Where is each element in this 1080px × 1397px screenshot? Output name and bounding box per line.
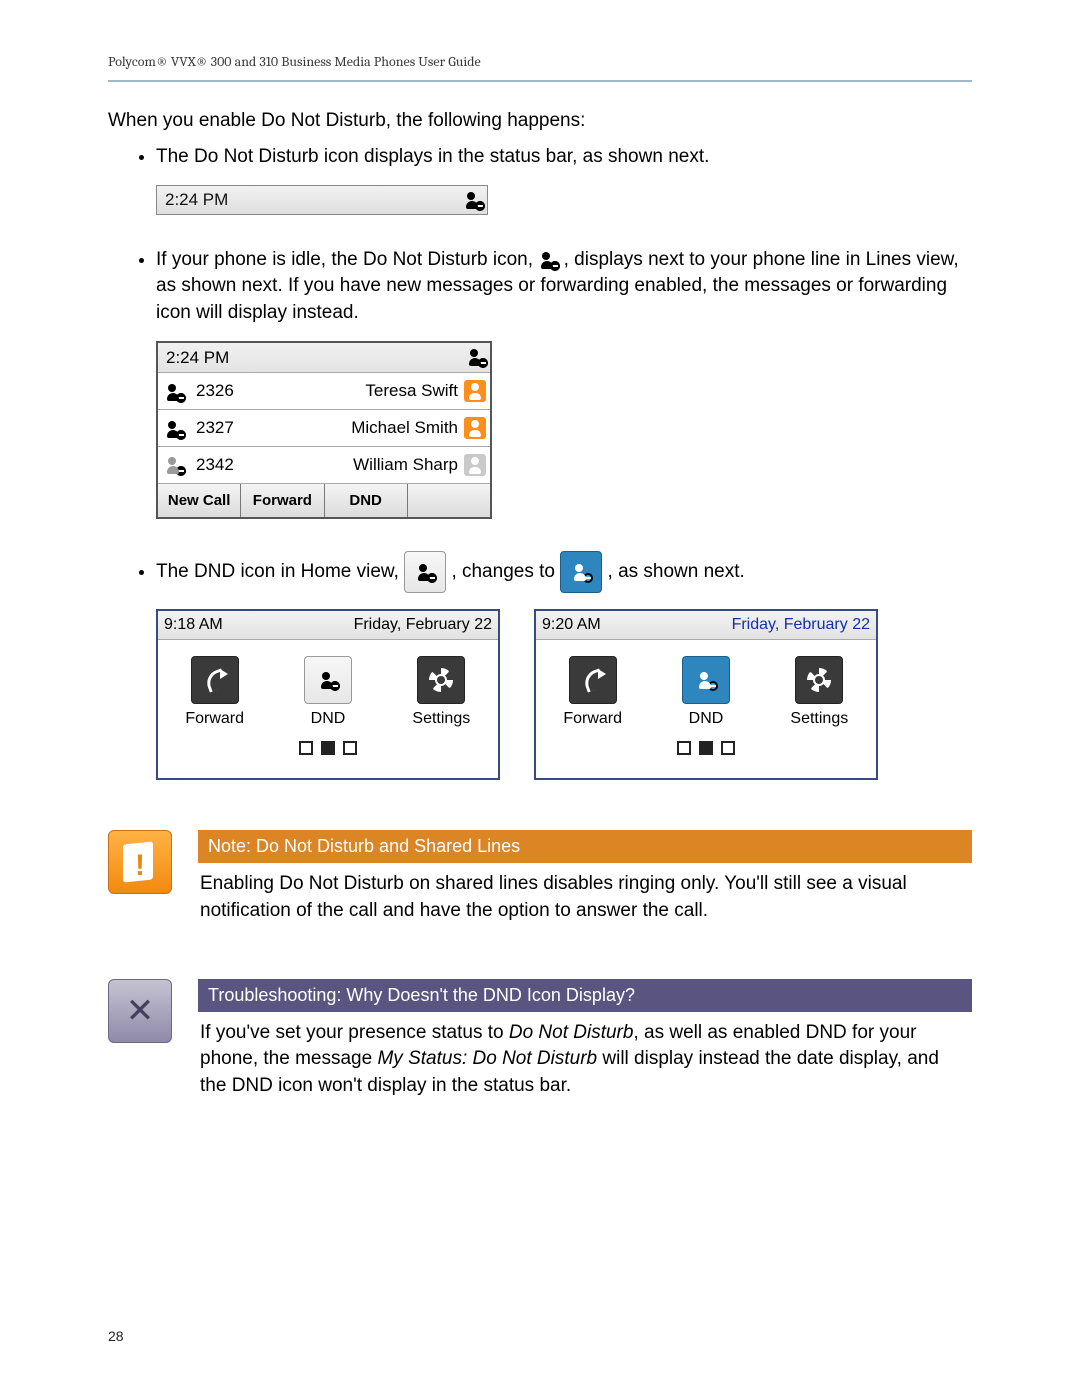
contact-icon	[464, 454, 486, 476]
bullet-3-post: , as shown next.	[608, 561, 745, 582]
home-status-row: 9:20 AM Friday, February 22	[536, 611, 876, 640]
bullet-3: The DND icon in Home view, , changes to …	[156, 551, 972, 780]
bullet-1: The Do Not Disturb icon displays in the …	[156, 144, 972, 215]
note-body: Enabling Do Not Disturb on shared lines …	[198, 863, 972, 924]
line-ext: 2327	[196, 416, 264, 440]
line-ext: 2342	[196, 453, 264, 477]
dnd-icon	[164, 419, 184, 439]
dnd-icon-tile	[304, 656, 352, 704]
line-row: 2326 Teresa Swift	[158, 373, 490, 410]
bullet-2-pre: If your phone is idle, the Do Not Distur…	[156, 249, 538, 270]
line-name: William Sharp	[264, 453, 464, 477]
line-row: 2327 Michael Smith	[158, 410, 490, 447]
bullet-3-pre: The DND icon in Home view,	[156, 561, 404, 582]
home-item-label: DND	[311, 710, 346, 727]
troubleshooting-body: If you've set your presence status to Do…	[198, 1012, 972, 1100]
troubleshooting-icon	[108, 979, 172, 1043]
home-item-forward[interactable]: Forward	[170, 656, 260, 730]
home-item-dnd[interactable]: DND	[283, 656, 373, 730]
softkey-new-call[interactable]: New Call	[158, 484, 241, 517]
line-name: Michael Smith	[264, 416, 464, 440]
home-status-date: Friday, February 22	[732, 614, 870, 636]
home-item-label: Forward	[185, 710, 244, 727]
lines-status-time: 2:24 PM	[166, 346, 229, 370]
text: If you've set your presence status to	[200, 1022, 509, 1043]
dnd-icon-tile-active	[682, 656, 730, 704]
settings-icon	[417, 656, 465, 704]
troubleshooting-callout: Troubleshooting: Why Doesn't the DND Ico…	[108, 979, 972, 1100]
dnd-icon	[164, 382, 184, 402]
running-header: Polycom® VVX® 300 and 310 Business Media…	[108, 52, 972, 72]
page-indicator	[158, 731, 498, 769]
softkey-row: New Call Forward DND	[158, 484, 490, 517]
status-bar-figure: 2:24 PM	[156, 185, 488, 215]
bullet-2: If your phone is idle, the Do Not Distur…	[156, 247, 972, 519]
dnd-icon-inline	[538, 250, 558, 270]
forward-icon	[191, 656, 239, 704]
home-view-after: 9:20 AM Friday, February 22 Forward DND	[534, 609, 878, 780]
contact-icon	[464, 417, 486, 439]
home-status-row: 9:18 AM Friday, February 22	[158, 611, 498, 640]
header-rule	[108, 80, 972, 82]
home-item-label: Settings	[790, 710, 848, 727]
home-item-forward[interactable]: Forward	[548, 656, 638, 730]
line-ext: 2326	[196, 379, 264, 403]
home-item-dnd[interactable]: DND	[661, 656, 751, 730]
status-bar-time: 2:24 PM	[165, 188, 228, 212]
forward-icon	[569, 656, 617, 704]
bullet-1-text: The Do Not Disturb icon displays in the …	[156, 146, 709, 167]
troubleshooting-title: Troubleshooting: Why Doesn't the DND Ico…	[198, 979, 972, 1012]
emphasis: My Status: Do Not Disturb	[377, 1048, 597, 1069]
line-row: 2342 William Sharp	[158, 447, 490, 484]
softkey-forward[interactable]: Forward	[241, 484, 324, 517]
dnd-icon	[466, 347, 486, 367]
emphasis: Do Not Disturb	[509, 1022, 634, 1043]
home-status-time: 9:20 AM	[542, 614, 601, 636]
dnd-home-icon-inactive	[404, 551, 446, 593]
dnd-icon	[463, 190, 483, 210]
contact-icon	[464, 380, 486, 402]
home-status-time: 9:18 AM	[164, 614, 223, 636]
line-name: Teresa Swift	[264, 379, 464, 403]
dnd-home-icon-active	[560, 551, 602, 593]
home-view-before: 9:18 AM Friday, February 22 Forward DND	[156, 609, 500, 780]
bullet-3-mid: , changes to	[451, 561, 560, 582]
home-status-date: Friday, February 22	[354, 614, 492, 636]
intro-paragraph: When you enable Do Not Disturb, the foll…	[108, 108, 972, 135]
lines-status-row: 2:24 PM	[158, 343, 490, 374]
softkey-dnd[interactable]: DND	[325, 484, 408, 517]
note-icon	[108, 830, 172, 894]
note-title: Note: Do Not Disturb and Shared Lines	[198, 830, 972, 863]
home-item-label: Settings	[412, 710, 470, 727]
home-item-label: DND	[689, 710, 724, 727]
home-item-settings[interactable]: Settings	[396, 656, 486, 730]
settings-icon	[795, 656, 843, 704]
bullet-list: The Do Not Disturb icon displays in the …	[108, 144, 972, 780]
lines-view-figure: 2:24 PM 2326 Teresa Swift 2327 Michael S…	[156, 341, 492, 519]
note-callout: Note: Do Not Disturb and Shared Lines En…	[108, 830, 972, 924]
home-view-figures: 9:18 AM Friday, February 22 Forward DND	[156, 609, 972, 780]
page-indicator	[536, 731, 876, 769]
home-item-label: Forward	[563, 710, 622, 727]
softkey-empty	[408, 484, 490, 517]
page-number: 28	[108, 1327, 124, 1347]
home-item-settings[interactable]: Settings	[774, 656, 864, 730]
dnd-icon-disabled	[164, 455, 184, 475]
